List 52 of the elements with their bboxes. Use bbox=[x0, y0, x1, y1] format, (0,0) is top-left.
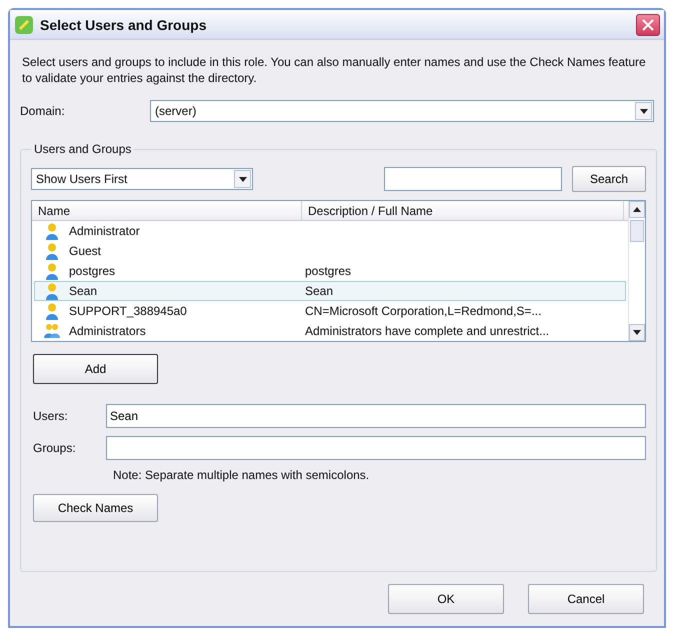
name-text: postgres bbox=[69, 264, 116, 278]
down-arrow-icon bbox=[640, 108, 648, 114]
user-icon bbox=[46, 242, 58, 260]
groups-label: Groups: bbox=[32, 441, 77, 455]
down-arrow-icon bbox=[238, 176, 246, 182]
user-icon bbox=[46, 302, 58, 320]
domain-label: Domain: bbox=[20, 104, 66, 118]
check-names-button[interactable]: Check Names bbox=[33, 494, 158, 522]
dropdown-button[interactable] bbox=[635, 102, 652, 120]
dialog-button[interactable]: Cancel bbox=[528, 584, 644, 614]
group-icon bbox=[44, 323, 60, 339]
description-text: Administrators have complete and unrestrict... bbox=[305, 324, 550, 338]
groups-field[interactable] bbox=[106, 436, 646, 460]
close-button[interactable] bbox=[636, 14, 660, 36]
note-text: Note: Separate multiple names with semicolons. bbox=[113, 468, 370, 482]
list-row[interactable]: Administrators Administrators have complete and unrestrict... bbox=[34, 321, 626, 341]
close-icon bbox=[642, 18, 654, 30]
up-arrow-icon bbox=[633, 207, 641, 212]
users-label: Users: bbox=[32, 409, 69, 423]
description-text: Sean bbox=[305, 284, 334, 298]
down-arrow-icon bbox=[633, 330, 641, 335]
window-title: Select Users and Groups bbox=[40, 16, 208, 32]
column-header[interactable]: Name bbox=[32, 201, 302, 220]
app-icon bbox=[14, 14, 34, 34]
domain-dropdown[interactable]: (server) bbox=[150, 100, 654, 122]
list-row[interactable]: Sean Sean bbox=[34, 281, 626, 301]
scrollbar[interactable] bbox=[628, 201, 645, 341]
user-icon bbox=[46, 222, 58, 240]
description-text: CN=Microsoft Corporation,L=Redmond,S=... bbox=[305, 304, 542, 318]
name-text: Administrator bbox=[69, 224, 141, 238]
add-button[interactable]: Add bbox=[33, 354, 158, 384]
search-button[interactable]: Search bbox=[572, 166, 646, 192]
instructions-text: Select users and groups to include in this role. You can also manually enter names and use the Check Names feature to validate your entries against the directory. bbox=[22, 54, 647, 86]
column-header[interactable]: Description / Full Name bbox=[302, 201, 624, 220]
dropdown-button[interactable] bbox=[234, 170, 251, 188]
list-row[interactable]: SUPPORT_388945a0 CN=Microsoft Corporation,L=Redmond,S=... bbox=[34, 301, 626, 321]
list-row[interactable]: postgres postgres bbox=[34, 261, 626, 281]
panel-legend: Users and Groups bbox=[31, 142, 134, 156]
name-text: Sean bbox=[69, 284, 98, 298]
scroll-thumb[interactable] bbox=[630, 220, 644, 242]
users-field[interactable]: Sean bbox=[106, 404, 646, 428]
search-field[interactable] bbox=[384, 167, 562, 191]
name-text: Guest bbox=[69, 244, 102, 258]
name-text: SUPPORT_388945a0 bbox=[69, 304, 188, 318]
list-row[interactable]: Administrator bbox=[34, 221, 626, 241]
user-icon bbox=[46, 282, 58, 300]
dialog-button[interactable]: OK bbox=[388, 584, 504, 614]
description-text: postgres bbox=[305, 264, 352, 278]
name-text: Administrators bbox=[69, 324, 147, 338]
filter-dropdown[interactable]: Show Users First bbox=[31, 168, 253, 190]
list-row[interactable]: Guest bbox=[34, 241, 626, 261]
user-icon bbox=[46, 262, 58, 280]
